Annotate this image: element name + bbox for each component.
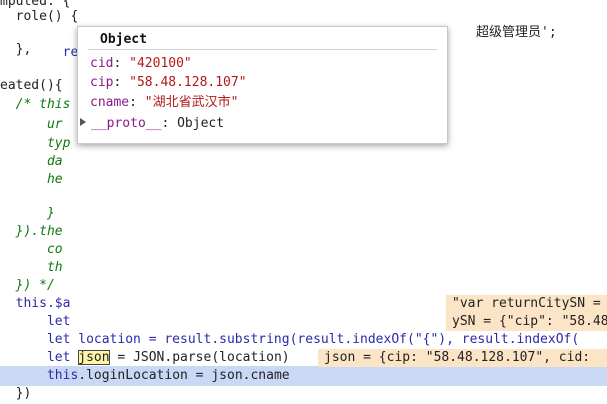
- code-line-21-current[interactable]: this.loginLocation = json.cname: [0, 366, 607, 386]
- this-keyword: this: [46, 368, 79, 383]
- inline-value-return-city: "var returnCitySN =: [446, 295, 607, 313]
- code-line-13: }).the: [0, 224, 63, 239]
- property-proto-key: __proto__: [91, 116, 162, 131]
- code-line-9: da: [0, 154, 63, 169]
- property-cid-key: cid: [90, 56, 114, 71]
- property-cname-key: cname: [90, 95, 130, 110]
- code-line-15: th: [0, 260, 63, 275]
- assignment-expression: .loginLocation = json.cname: [78, 368, 290, 383]
- code-line-19: let location = result.substring(result.i…: [0, 332, 580, 347]
- json-parse-expression: = JSON.parse(location): [109, 350, 290, 365]
- json-variable[interactable]: json: [78, 350, 110, 365]
- code-line-14: co: [0, 242, 63, 257]
- object-preview-popover[interactable]: Object cid: "420100" cip: "58.48.128.107…: [77, 26, 448, 144]
- code-line-16: }) */: [0, 278, 55, 293]
- let-keyword: let: [46, 350, 71, 365]
- property-cip: cip: "58.48.128.107": [90, 75, 247, 90]
- popover-title: Object: [100, 32, 147, 47]
- property-cip-key: cip: [90, 75, 114, 90]
- inline-value-result-hint: ySN = {"cip": "58.48: [446, 313, 607, 331]
- property-proto[interactable]: __proto__: Object: [80, 114, 224, 134]
- property-cid: cid: "420100": [90, 56, 192, 71]
- property-cid-value: "420100": [129, 56, 192, 71]
- code-line-10: he: [0, 172, 63, 187]
- property-cip-value: "58.48.128.107": [129, 75, 247, 90]
- code-line-12: }: [0, 206, 55, 221]
- property-cname-value: "湖北省武汉市": [144, 95, 239, 110]
- popover-divider: [88, 49, 437, 50]
- expand-triangle-icon[interactable]: [80, 118, 86, 126]
- property-proto-value: Object: [177, 116, 225, 131]
- inline-value-json: json = {cip: "58.48.128.107", cid:: [318, 349, 607, 367]
- code-line-22: }): [0, 386, 32, 401]
- property-cname: cname: "湖北省武汉市": [90, 95, 239, 110]
